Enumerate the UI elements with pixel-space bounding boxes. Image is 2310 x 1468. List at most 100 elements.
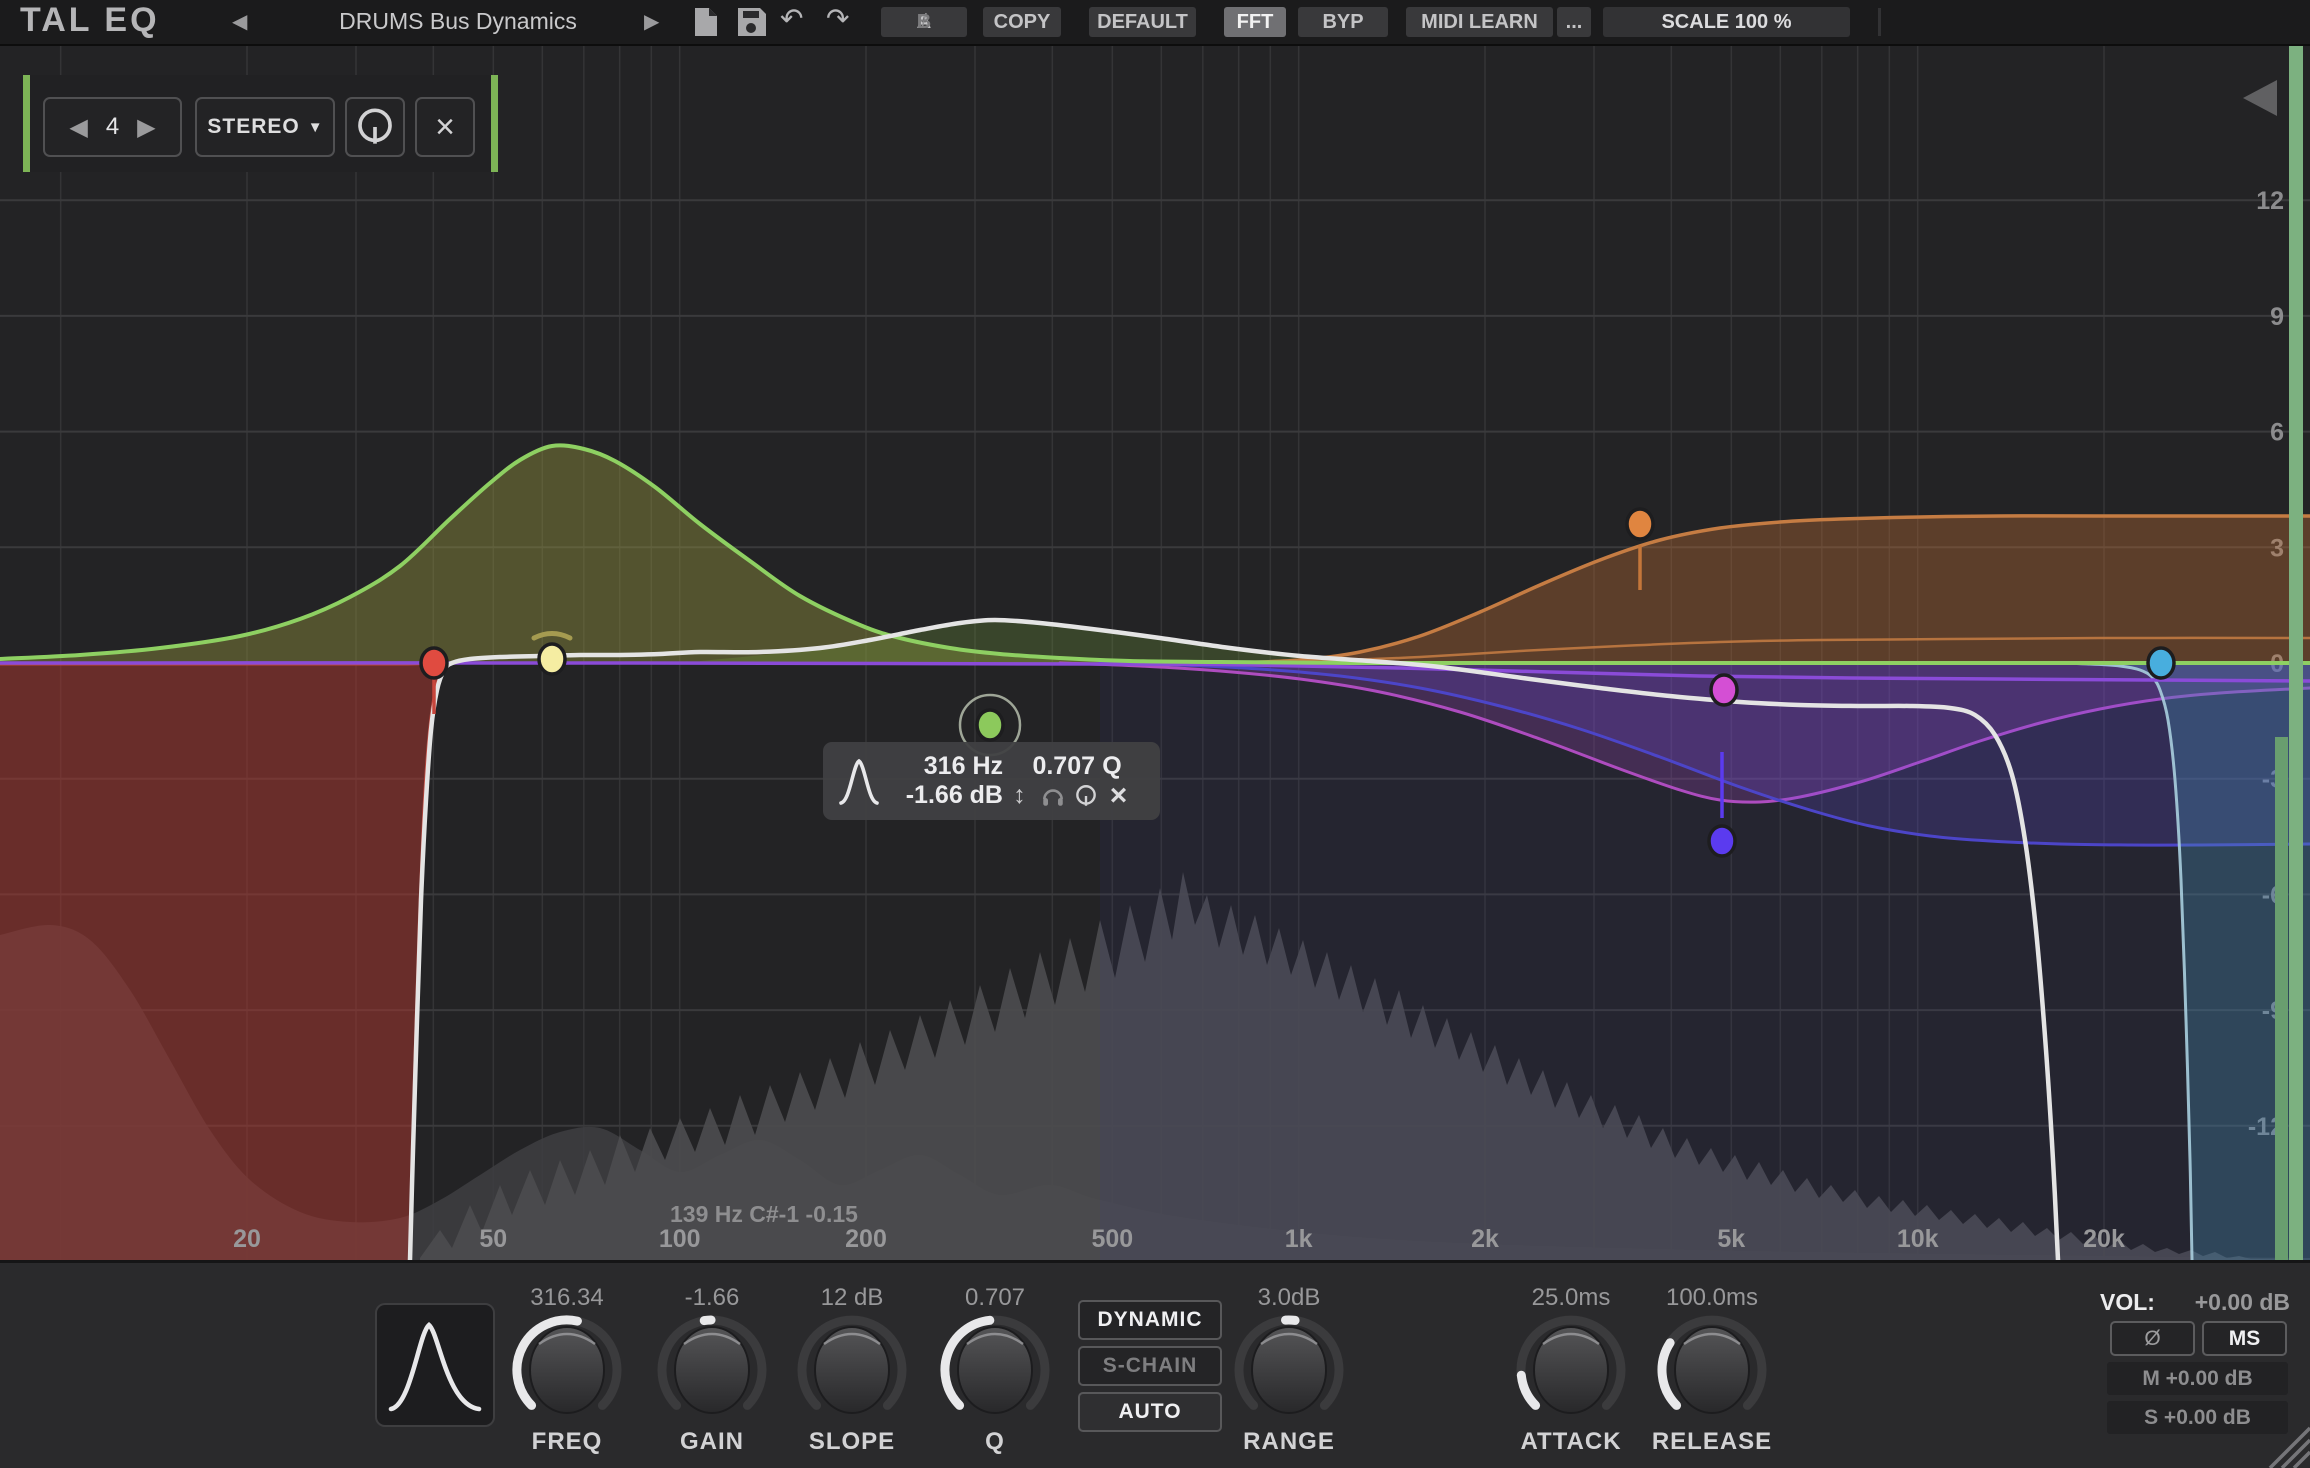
tal-eq-plugin-window: 129630-3-6-9-12139 Hz C#-1 -0.1520501002… (0, 0, 2310, 1468)
tooltip-frequency: 316 Hz (885, 752, 1003, 781)
q-knob-label: Q (985, 1428, 1005, 1456)
attack-knob-value: 25.0ms (1532, 1284, 1611, 1310)
band-next-icon[interactable]: ▶ (125, 113, 167, 142)
bypass-button[interactable]: BYP (1298, 7, 1388, 37)
channel-mode-dropdown[interactable]: STEREO ▼ (195, 97, 335, 157)
next-preset-button[interactable]: ▶ (644, 9, 659, 34)
resize-handle[interactable] (2262, 1420, 2310, 1468)
filter-type-button[interactable] (375, 1303, 495, 1427)
svg-text:20: 20 (233, 1225, 261, 1253)
bell-filter-icon (837, 753, 881, 809)
svg-text:200: 200 (845, 1225, 887, 1253)
svg-text:500: 500 (1091, 1225, 1133, 1253)
gain-knob-label: GAIN (680, 1428, 744, 1456)
range-knob[interactable]: 3.0dB RANGE (1224, 1284, 1354, 1456)
output-volume-row: VOL: +0.00 dB (2100, 1289, 2290, 1316)
mid-side-button[interactable]: MS (2202, 1321, 2287, 1356)
slope-knob[interactable]: 12 dB SLOPE (787, 1284, 917, 1456)
band-dot-green[interactable] (977, 710, 1003, 740)
release-knob[interactable]: 100.0msRELEASE (1647, 1284, 1777, 1456)
band-dot-cyan[interactable] (2148, 648, 2174, 678)
curve-fill-band-red-hpf (0, 663, 446, 1260)
attack-knob[interactable]: 25.0ms ATTACK (1506, 1284, 1636, 1456)
copy-button[interactable]: COPY (983, 7, 1061, 37)
slope-knob-value: 12 dB (821, 1284, 884, 1310)
chevron-down-icon: ▼ (308, 119, 323, 136)
svg-text:1k: 1k (1285, 1225, 1313, 1253)
attack-knob-label: ATTACK (1520, 1428, 1621, 1456)
svg-text:9: 9 (2270, 303, 2284, 331)
svg-text:2k: 2k (1471, 1225, 1499, 1253)
q-knob[interactable]: 0.707 Q (930, 1284, 1060, 1456)
range-knob-label: RANGE (1243, 1428, 1335, 1456)
band-accent-bar-left (23, 75, 30, 172)
fft-toggle-button[interactable]: FFT (1224, 7, 1286, 37)
new-preset-icon[interactable] (686, 6, 726, 38)
band-header-panel: ◀ 4 ▶ STEREO ▼ × (23, 75, 498, 172)
headphone-listen-icon[interactable] (1036, 781, 1069, 810)
auto-toggle[interactable]: AUTO (1078, 1392, 1222, 1432)
bottom-control-bar: 316.34 FREQ -1.66 GAIN 12 dB SLOPE 0.707 Q 3.0dB… (0, 1260, 2310, 1468)
scale-button[interactable]: SCALE 100 % (1603, 7, 1850, 37)
band-tooltip: 316 Hz 0.707 Q -1.66 dB ↕ × (823, 742, 1160, 820)
volume-label: VOL: (2100, 1289, 2155, 1316)
toolbar: TAL EQ ◀ DRUMS Bus Dynamics ▶ ↶ ↷ A / B … (0, 0, 2310, 46)
bell-filter-icon (377, 1305, 493, 1425)
app-logo: TAL EQ (20, 1, 160, 40)
band-dot-violet[interactable] (1709, 826, 1735, 856)
level-meter-main (2289, 44, 2303, 1260)
note-readout: 139 Hz C#-1 -0.15 (670, 1201, 858, 1227)
band-accent-bar-right (491, 75, 498, 172)
volume-value[interactable]: +0.00 dB (2195, 1289, 2290, 1316)
svg-text:100: 100 (659, 1225, 701, 1253)
gain-knob[interactable]: -1.66 GAIN (647, 1284, 777, 1456)
svg-text:20k: 20k (2083, 1225, 2125, 1253)
close-icon[interactable]: × (1102, 781, 1135, 810)
svg-text:10k: 10k (1897, 1225, 1939, 1253)
band-select-stepper[interactable]: ◀ 4 ▶ (43, 97, 182, 157)
band-delete-button[interactable]: × (415, 97, 475, 157)
tooltip-gain: -1.66 dB (885, 781, 1003, 810)
freq-knob-label: FREQ (532, 1428, 603, 1456)
more-options-button[interactable]: ... (1557, 7, 1591, 37)
save-preset-icon[interactable] (731, 6, 771, 38)
default-button[interactable]: DEFAULT (1089, 7, 1196, 37)
freq-knob-value: 316.34 (530, 1284, 603, 1310)
midi-learn-button[interactable]: MIDI LEARN (1406, 7, 1553, 37)
slope-knob-label: SLOPE (809, 1428, 895, 1456)
svg-text:5k: 5k (1717, 1225, 1745, 1253)
toolbar-divider (1878, 8, 1881, 36)
dynamic-toggle[interactable]: DYNAMIC (1078, 1300, 1222, 1340)
phase-invert-button[interactable]: Ø (2110, 1321, 2195, 1356)
tooltip-q-value: 0.707 (1003, 752, 1095, 781)
band-listen-button[interactable] (345, 97, 405, 157)
ab-b-label: B (917, 11, 931, 34)
band-number: 4 (100, 113, 125, 141)
range-knob-value: 3.0dB (1258, 1284, 1321, 1310)
undo-icon[interactable]: ↶ (780, 2, 803, 35)
ab-compare-button[interactable]: A / B (881, 7, 967, 37)
sidechain-toggle[interactable]: S-CHAIN (1078, 1346, 1222, 1386)
band-dot-yellow[interactable] (539, 644, 565, 674)
release-knob-value: 100.0ms (1666, 1284, 1758, 1310)
svg-text:12: 12 (2256, 187, 2284, 215)
mid-gain-readout[interactable]: M +0.00 dB (2107, 1362, 2288, 1395)
side-gain-readout[interactable]: S +0.00 dB (2107, 1401, 2288, 1434)
close-icon: × (435, 110, 455, 144)
band-dot-orange[interactable] (1627, 509, 1653, 539)
prev-preset-button[interactable]: ◀ (232, 9, 247, 34)
drag-vertical-icon[interactable]: ↕ (1003, 781, 1036, 810)
band-dot-magenta[interactable] (1711, 675, 1737, 705)
freq-knob[interactable]: 316.34 FREQ (502, 1284, 632, 1456)
svg-text:50: 50 (479, 1225, 507, 1253)
band-prev-icon[interactable]: ◀ (57, 113, 99, 142)
band-dot-red[interactable] (421, 648, 447, 678)
gain-knob-value: -1.66 (685, 1284, 740, 1310)
tooltip-q-label: Q (1095, 752, 1129, 781)
eq-graph[interactable]: 129630-3-6-9-12139 Hz C#-1 -0.1520501002… (0, 0, 2310, 1468)
preset-name[interactable]: DRUMS Bus Dynamics (318, 8, 598, 35)
knob-icon[interactable] (1069, 781, 1102, 810)
q-knob-value: 0.707 (965, 1284, 1025, 1310)
channel-mode-label: STEREO (207, 115, 299, 139)
redo-icon[interactable]: ↷ (826, 2, 849, 35)
